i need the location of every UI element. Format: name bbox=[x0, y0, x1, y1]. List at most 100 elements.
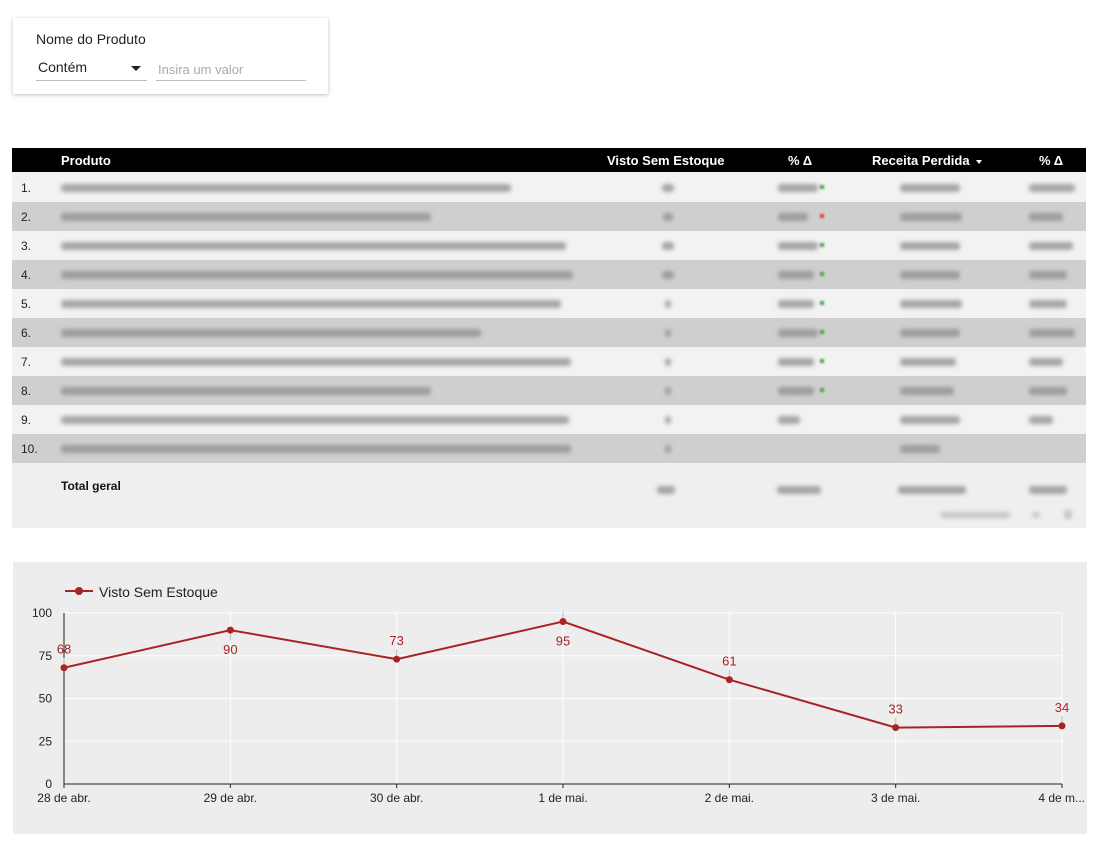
table-row[interactable]: 7. bbox=[12, 347, 1086, 376]
data-point bbox=[1058, 722, 1066, 730]
data-point bbox=[725, 676, 733, 684]
receita-value-blurred bbox=[900, 416, 960, 424]
pct-delta-2-blurred bbox=[1029, 242, 1073, 250]
total-pct2-blurred bbox=[1029, 486, 1067, 494]
data-label: 90 bbox=[223, 642, 237, 657]
receita-value-blurred bbox=[900, 387, 954, 395]
pct-delta-2-blurred bbox=[1029, 329, 1075, 337]
filter-operator-select[interactable]: Contém bbox=[36, 58, 147, 81]
receita-value-blurred bbox=[900, 213, 962, 221]
product-name-blurred bbox=[61, 329, 481, 337]
table-row[interactable]: 5. bbox=[12, 289, 1086, 318]
pct-delta-1-blurred bbox=[778, 387, 814, 395]
y-tick-label: 25 bbox=[39, 734, 53, 748]
x-tick-label: 1 de mai. bbox=[538, 791, 587, 805]
table-row[interactable]: 8. bbox=[12, 376, 1086, 405]
line-chart: 0 25 50 75 100 28 de abr. 29 de abr. 30 de abr.… bbox=[32, 606, 1085, 805]
total-receita-blurred bbox=[898, 486, 966, 494]
pct-delta-1-blurred bbox=[778, 300, 814, 308]
y-tick-label: 50 bbox=[39, 692, 53, 706]
table-row[interactable]: 4. bbox=[12, 260, 1086, 289]
row-number: 9. bbox=[21, 413, 32, 427]
pct-delta-1-blurred bbox=[778, 271, 814, 279]
total-pct1-blurred bbox=[777, 486, 821, 494]
trend-up-indicator bbox=[820, 388, 824, 392]
filter-value-input[interactable] bbox=[156, 58, 306, 81]
row-number: 7. bbox=[21, 355, 32, 369]
line-chart-card: Visto Sem Estoque 0 25 50 75 100 28 de abr. 29… bbox=[13, 562, 1087, 834]
col-header-produto[interactable]: Produto bbox=[61, 153, 111, 168]
trend-up-indicator bbox=[820, 359, 824, 363]
data-label: 33 bbox=[888, 702, 902, 717]
product-name-blurred bbox=[61, 300, 561, 308]
table-row[interactable]: 1. bbox=[12, 173, 1086, 202]
col-header-pct-delta-2[interactable]: % Δ bbox=[1039, 153, 1063, 168]
product-name-blurred bbox=[61, 184, 511, 192]
product-name-blurred bbox=[61, 387, 431, 395]
x-tick-label: 2 de mai. bbox=[705, 791, 754, 805]
product-name-blurred bbox=[61, 445, 571, 453]
filter-operator-value: Contém bbox=[38, 59, 88, 75]
receita-value-blurred bbox=[900, 271, 960, 279]
visto-value-blurred bbox=[662, 242, 674, 250]
table-row[interactable]: 3. bbox=[12, 231, 1086, 260]
visto-value-blurred bbox=[662, 184, 674, 192]
data-point bbox=[559, 618, 567, 626]
col-header-visto-sem-estoque[interactable]: Visto Sem Estoque bbox=[607, 153, 725, 168]
receita-value-blurred bbox=[900, 300, 962, 308]
pagination-blurred[interactable] bbox=[940, 512, 1010, 518]
col-header-receita-perdida[interactable]: Receita Perdida bbox=[872, 153, 982, 168]
table-row[interactable]: 10. bbox=[12, 434, 1086, 463]
pct-delta-1-blurred bbox=[778, 329, 818, 337]
col-header-receita-label: Receita Perdida bbox=[872, 153, 970, 168]
pct-delta-1-blurred bbox=[778, 242, 818, 250]
data-point bbox=[226, 626, 234, 634]
visto-value-blurred bbox=[665, 445, 671, 453]
pct-delta-2-blurred bbox=[1029, 358, 1063, 366]
data-point bbox=[60, 664, 68, 672]
visto-value-blurred bbox=[665, 358, 671, 366]
row-number: 6. bbox=[21, 326, 32, 340]
row-number: 2. bbox=[21, 210, 32, 224]
pct-delta-2-blurred bbox=[1029, 387, 1067, 395]
receita-value-blurred bbox=[900, 358, 956, 366]
trend-up-indicator bbox=[820, 330, 824, 334]
data-label: 61 bbox=[722, 654, 736, 669]
visto-value-blurred bbox=[662, 271, 674, 279]
pct-delta-2-blurred bbox=[1029, 416, 1053, 424]
row-number: 5. bbox=[21, 297, 32, 311]
sort-desc-icon bbox=[975, 159, 982, 164]
receita-value-blurred bbox=[900, 184, 960, 192]
col-header-pct-delta-1[interactable]: % Δ bbox=[788, 153, 812, 168]
trend-up-indicator bbox=[820, 185, 824, 189]
x-tick-label: 29 de abr. bbox=[204, 791, 257, 805]
filter-title: Nome do Produto bbox=[36, 31, 146, 47]
y-tick-label: 75 bbox=[39, 649, 53, 663]
pct-delta-2-blurred bbox=[1029, 300, 1067, 308]
pct-delta-2-blurred bbox=[1029, 184, 1075, 192]
pagination-next-blurred[interactable] bbox=[1064, 510, 1072, 519]
data-label: 34 bbox=[1055, 700, 1069, 715]
pct-delta-1-blurred bbox=[778, 416, 800, 424]
total-visto-blurred bbox=[657, 486, 675, 494]
pct-delta-1-blurred bbox=[778, 184, 818, 192]
data-label: 73 bbox=[389, 633, 403, 648]
product-name-blurred bbox=[61, 213, 431, 221]
product-name-blurred bbox=[61, 271, 573, 279]
receita-value-blurred bbox=[900, 242, 960, 250]
visto-value-blurred bbox=[665, 416, 671, 424]
table-row[interactable]: 2. bbox=[12, 202, 1086, 231]
table-row[interactable]: 9. bbox=[12, 405, 1086, 434]
visto-value-blurred bbox=[665, 387, 671, 395]
data-point bbox=[393, 655, 401, 663]
product-name-filter: Nome do Produto Contém bbox=[13, 18, 328, 94]
pagination-prev-blurred[interactable] bbox=[1032, 512, 1040, 518]
y-tick-label: 100 bbox=[32, 606, 52, 620]
row-number: 3. bbox=[21, 239, 32, 253]
trend-up-indicator bbox=[820, 301, 824, 305]
trend-down-indicator bbox=[820, 214, 824, 218]
table-row[interactable]: 6. bbox=[12, 318, 1086, 347]
pct-delta-2-blurred bbox=[1029, 213, 1063, 221]
trend-up-indicator bbox=[820, 272, 824, 276]
row-number: 1. bbox=[21, 181, 32, 195]
